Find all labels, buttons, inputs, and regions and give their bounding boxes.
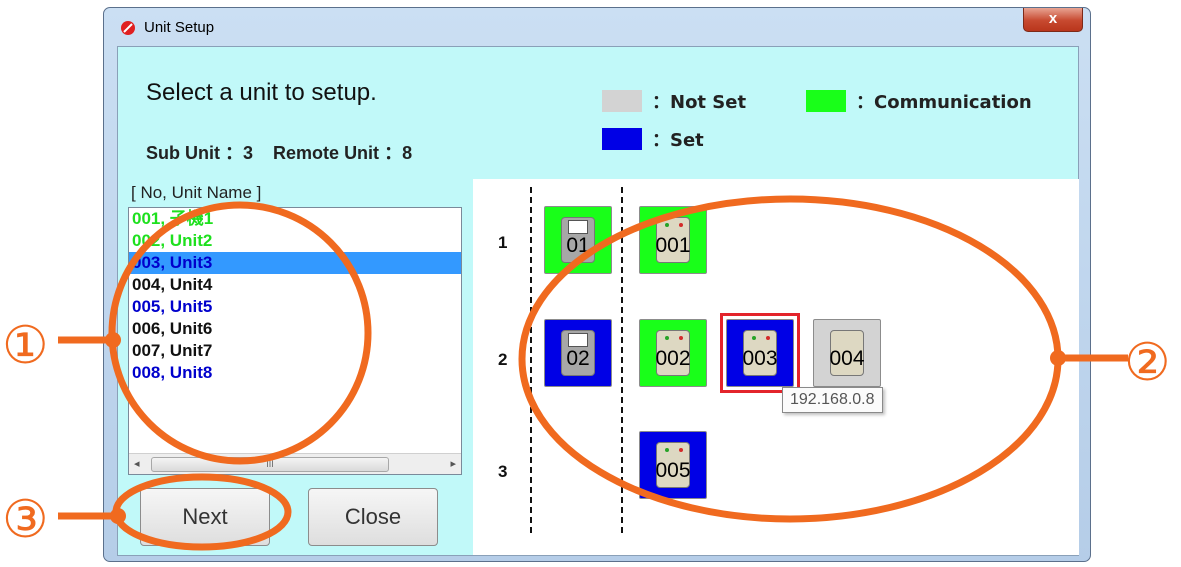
unit-setup-window: Unit Setup x Select a unit to setup. Sub… — [103, 7, 1091, 562]
title-bar: Unit Setup x — [104, 8, 1090, 46]
remote-unit-002[interactable]: 002 — [639, 319, 707, 387]
sub-unit-02[interactable]: 02 — [544, 319, 612, 387]
device-screen — [568, 333, 588, 347]
unit-label: 02 — [566, 347, 590, 370]
legend-label-communication: ：Communication — [856, 92, 1032, 113]
led-icon — [665, 336, 669, 340]
list-item-selected[interactable]: 003, Unit3 — [129, 252, 461, 274]
led-icon — [679, 336, 683, 340]
client-area: Select a unit to setup. Sub Unit ：3 Remo… — [117, 46, 1079, 556]
window-close-button[interactable]: x — [1023, 8, 1083, 32]
led-icon — [679, 223, 683, 227]
remote-unit-004[interactable]: 004 — [813, 319, 881, 387]
led-icon — [665, 223, 669, 227]
close-button[interactable]: Close — [308, 488, 438, 546]
legend-swatch-communication — [806, 90, 846, 112]
device-screen — [568, 220, 588, 234]
callout-number-1: ① — [2, 316, 49, 376]
scrollbar-thumb[interactable]: III — [151, 457, 389, 472]
separator: ： — [225, 143, 244, 163]
remote-unit-label: Remote Unit — [273, 143, 380, 163]
list-item[interactable]: 007, Unit7 — [129, 340, 461, 362]
remote-unit-005[interactable]: 005 — [639, 431, 707, 499]
unit-listbox[interactable]: 001, 子機1 002, Unit2 003, Unit3 004, Unit… — [128, 207, 462, 475]
legend-label-set: ：Set — [652, 130, 704, 151]
scroll-right-icon[interactable]: ▸ — [450, 457, 456, 470]
list-item[interactable]: 002, Unit2 — [129, 230, 461, 252]
row-label-1: 1 — [498, 233, 508, 252]
sub-unit-label: Sub Unit — [146, 143, 220, 163]
sub-unit-01[interactable]: 01 — [544, 206, 612, 274]
unit-label: 005 — [655, 459, 691, 482]
unit-label: 01 — [566, 234, 590, 257]
ip-address-tooltip: 192.168.0.8 — [782, 387, 883, 413]
led-icon — [766, 336, 770, 340]
list-item[interactable]: 001, 子機1 — [129, 208, 461, 230]
sub-unit-count: 3 — [243, 143, 254, 163]
led-icon — [752, 336, 756, 340]
remote-unit-001[interactable]: 001 — [639, 206, 707, 274]
unit-count-summary: Sub Unit ：3 Remote Unit ：8 — [146, 139, 412, 165]
list-item[interactable]: 005, Unit5 — [129, 296, 461, 318]
list-item[interactable]: 006, Unit6 — [129, 318, 461, 340]
page-title: Select a unit to setup. — [146, 79, 377, 106]
unit-label: 003 — [742, 347, 778, 370]
next-button[interactable]: Next — [140, 488, 270, 546]
unit-label: 004 — [829, 347, 865, 370]
legend-label-not-set: ：Not Set — [652, 92, 747, 113]
remote-unit-003[interactable]: 003 — [726, 319, 794, 387]
horizontal-scrollbar[interactable]: ◂ III ▸ — [129, 453, 461, 474]
row-label-2: 2 — [498, 350, 508, 369]
list-item[interactable]: 004, Unit4 — [129, 274, 461, 296]
unit-label: 001 — [655, 234, 691, 257]
callout-number-3: ③ — [2, 490, 49, 550]
row-label-3: 3 — [498, 462, 508, 481]
callout-number-2: ② — [1124, 333, 1171, 393]
app-logo-icon — [121, 21, 135, 35]
window-title: Unit Setup — [144, 19, 215, 36]
divider-line — [621, 187, 623, 533]
unit-map: 1 2 3 01 02 001 002 003 004 005 192.168.… — [473, 179, 1079, 555]
scroll-left-icon[interactable]: ◂ — [134, 457, 140, 470]
list-header: [ No, Unit Name ] — [131, 183, 262, 202]
legend-swatch-set — [602, 128, 642, 150]
remote-unit-count: 8 — [402, 143, 413, 163]
led-icon — [679, 448, 683, 452]
led-icon — [665, 448, 669, 452]
unit-label: 002 — [655, 347, 691, 370]
legend-swatch-not-set — [602, 90, 642, 112]
list-item[interactable]: 008, Unit8 — [129, 362, 461, 384]
separator: ： — [384, 143, 403, 163]
divider-line — [530, 187, 532, 533]
